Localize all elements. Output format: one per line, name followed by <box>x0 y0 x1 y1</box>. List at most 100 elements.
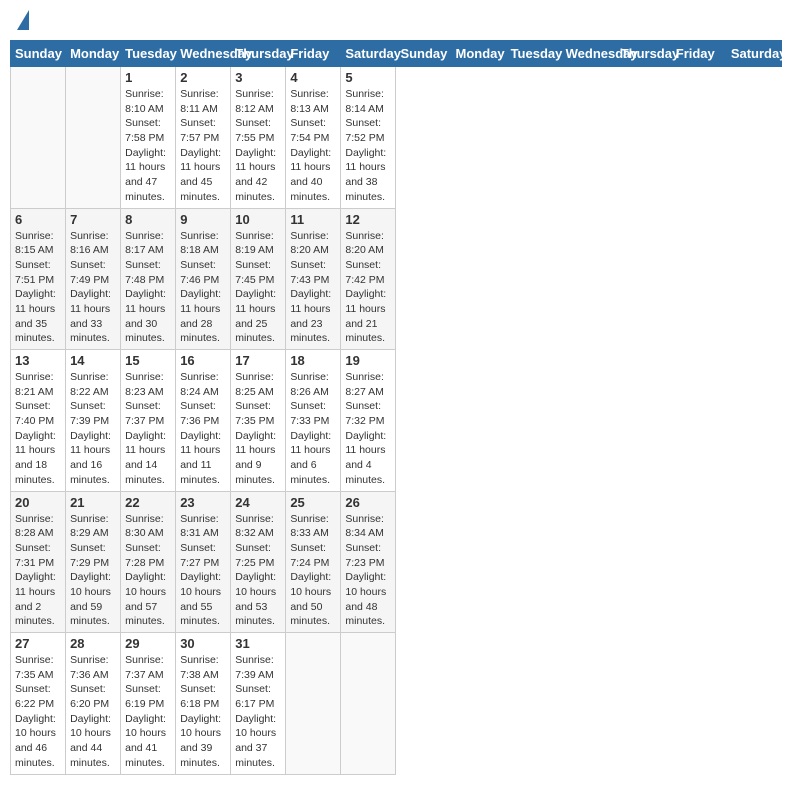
page-header <box>10 10 782 32</box>
day-cell <box>286 633 341 775</box>
day-number: 21 <box>70 495 116 510</box>
day-cell: 5 Sunrise: 8:14 AMSunset: 7:52 PMDaylight… <box>341 67 396 209</box>
day-number: 22 <box>125 495 171 510</box>
day-number: 29 <box>125 636 171 651</box>
day-number: 19 <box>345 353 391 368</box>
day-cell <box>341 633 396 775</box>
logo <box>15 10 29 32</box>
day-cell: 29 Sunrise: 7:37 AMSunset: 6:19 PMDayligh… <box>121 633 176 775</box>
logo-triangle-icon <box>17 10 29 30</box>
day-number: 9 <box>180 212 226 227</box>
day-number: 8 <box>125 212 171 227</box>
day-cell: 27Sunrise: 7:35 AMSunset: 6:22 PMDayligh… <box>11 633 66 775</box>
day-number: 25 <box>290 495 336 510</box>
day-number: 26 <box>345 495 391 510</box>
day-info: Sunrise: 8:20 AMSunset: 7:42 PMDaylight:… <box>345 229 391 347</box>
day-info: Sunrise: 8:28 AMSunset: 7:31 PMDaylight:… <box>15 512 61 630</box>
day-info: Sunrise: 7:37 AMSunset: 6:19 PMDaylight:… <box>125 653 171 771</box>
day-number: 7 <box>70 212 116 227</box>
day-number: 1 <box>125 70 171 85</box>
header-cell-friday: Friday <box>286 41 341 67</box>
day-info: Sunrise: 8:19 AMSunset: 7:45 PMDaylight:… <box>235 229 281 347</box>
day-number: 31 <box>235 636 281 651</box>
day-info: Sunrise: 8:24 AMSunset: 7:36 PMDaylight:… <box>180 370 226 488</box>
day-info: Sunrise: 7:38 AMSunset: 6:18 PMDaylight:… <box>180 653 226 771</box>
day-info: Sunrise: 8:21 AMSunset: 7:40 PMDaylight:… <box>15 370 61 488</box>
day-info: Sunrise: 8:20 AMSunset: 7:43 PMDaylight:… <box>290 229 336 347</box>
day-info: Sunrise: 7:35 AMSunset: 6:22 PMDaylight:… <box>15 653 61 771</box>
day-number: 20 <box>15 495 61 510</box>
day-info: Sunrise: 8:13 AMSunset: 7:54 PMDaylight:… <box>290 87 336 205</box>
header-cell-wednesday: Wednesday <box>561 41 616 67</box>
day-cell: 31 Sunrise: 7:39 AMSunset: 6:17 PMDayligh… <box>231 633 286 775</box>
day-number: 4 <box>290 70 336 85</box>
day-number: 15 <box>125 353 171 368</box>
day-info: Sunrise: 8:31 AMSunset: 7:27 PMDaylight:… <box>180 512 226 630</box>
day-cell: 13Sunrise: 8:21 AMSunset: 7:40 PMDayligh… <box>11 350 66 492</box>
day-info: Sunrise: 8:11 AMSunset: 7:57 PMDaylight:… <box>180 87 226 205</box>
day-number: 17 <box>235 353 281 368</box>
day-number: 24 <box>235 495 281 510</box>
day-number: 23 <box>180 495 226 510</box>
day-number: 3 <box>235 70 281 85</box>
day-cell: 18Sunrise: 8:26 AMSunset: 7:33 PMDayligh… <box>286 350 341 492</box>
day-cell: 12Sunrise: 8:20 AMSunset: 7:42 PMDayligh… <box>341 208 396 350</box>
day-cell <box>66 67 121 209</box>
header-row: SundayMondayTuesdayWednesdayThursdayFrid… <box>11 41 782 67</box>
day-info: Sunrise: 8:23 AMSunset: 7:37 PMDaylight:… <box>125 370 171 488</box>
day-info: Sunrise: 8:29 AMSunset: 7:29 PMDaylight:… <box>70 512 116 630</box>
header-cell-monday: Monday <box>451 41 506 67</box>
day-cell: 2 Sunrise: 8:11 AMSunset: 7:57 PMDaylight… <box>176 67 231 209</box>
day-number: 6 <box>15 212 61 227</box>
day-info: Sunrise: 8:30 AMSunset: 7:28 PMDaylight:… <box>125 512 171 630</box>
day-cell: 26Sunrise: 8:34 AMSunset: 7:23 PMDayligh… <box>341 491 396 633</box>
day-info: Sunrise: 8:27 AMSunset: 7:32 PMDaylight:… <box>345 370 391 488</box>
header-cell-tuesday: Tuesday <box>121 41 176 67</box>
header-cell-saturday: Saturday <box>726 41 781 67</box>
day-cell: 22 Sunrise: 8:30 AMSunset: 7:28 PMDayligh… <box>121 491 176 633</box>
day-cell: 15 Sunrise: 8:23 AMSunset: 7:37 PMDayligh… <box>121 350 176 492</box>
day-cell: 19 Sunrise: 8:27 AMSunset: 7:32 PMDayligh… <box>341 350 396 492</box>
day-cell: 25Sunrise: 8:33 AMSunset: 7:24 PMDayligh… <box>286 491 341 633</box>
header-cell-sunday: Sunday <box>396 41 451 67</box>
day-cell: 30 Sunrise: 7:38 AMSunset: 6:18 PMDayligh… <box>176 633 231 775</box>
day-number: 5 <box>345 70 391 85</box>
day-cell: 16Sunrise: 8:24 AMSunset: 7:36 PMDayligh… <box>176 350 231 492</box>
header-cell-tuesday: Tuesday <box>506 41 561 67</box>
day-cell: 21 Sunrise: 8:29 AMSunset: 7:29 PMDayligh… <box>66 491 121 633</box>
week-row-2: 6Sunrise: 8:15 AMSunset: 7:51 PMDaylight… <box>11 208 782 350</box>
day-cell: 14Sunrise: 8:22 AMSunset: 7:39 PMDayligh… <box>66 350 121 492</box>
header-cell-wednesday: Wednesday <box>176 41 231 67</box>
day-cell: 17 Sunrise: 8:25 AMSunset: 7:35 PMDayligh… <box>231 350 286 492</box>
day-info: Sunrise: 7:36 AMSunset: 6:20 PMDaylight:… <box>70 653 116 771</box>
day-info: Sunrise: 8:12 AMSunset: 7:55 PMDaylight:… <box>235 87 281 205</box>
day-number: 18 <box>290 353 336 368</box>
day-cell: 11Sunrise: 8:20 AMSunset: 7:43 PMDayligh… <box>286 208 341 350</box>
day-info: Sunrise: 8:14 AMSunset: 7:52 PMDaylight:… <box>345 87 391 205</box>
day-cell: 8 Sunrise: 8:17 AMSunset: 7:48 PMDaylight… <box>121 208 176 350</box>
day-cell: 28Sunrise: 7:36 AMSunset: 6:20 PMDayligh… <box>66 633 121 775</box>
day-cell: 24Sunrise: 8:32 AMSunset: 7:25 PMDayligh… <box>231 491 286 633</box>
week-row-3: 13Sunrise: 8:21 AMSunset: 7:40 PMDayligh… <box>11 350 782 492</box>
day-info: Sunrise: 8:17 AMSunset: 7:48 PMDaylight:… <box>125 229 171 347</box>
day-cell: 20 Sunrise: 8:28 AMSunset: 7:31 PMDayligh… <box>11 491 66 633</box>
header-cell-thursday: Thursday <box>616 41 671 67</box>
day-number: 30 <box>180 636 226 651</box>
day-info: Sunrise: 8:18 AMSunset: 7:46 PMDaylight:… <box>180 229 226 347</box>
day-cell <box>11 67 66 209</box>
day-info: Sunrise: 8:22 AMSunset: 7:39 PMDaylight:… <box>70 370 116 488</box>
day-info: Sunrise: 7:39 AMSunset: 6:17 PMDaylight:… <box>235 653 281 771</box>
day-cell: 23 Sunrise: 8:31 AMSunset: 7:27 PMDayligh… <box>176 491 231 633</box>
day-number: 2 <box>180 70 226 85</box>
day-cell: 9 Sunrise: 8:18 AMSunset: 7:46 PMDaylight… <box>176 208 231 350</box>
day-info: Sunrise: 8:16 AMSunset: 7:49 PMDaylight:… <box>70 229 116 347</box>
header-cell-saturday: Saturday <box>341 41 396 67</box>
day-cell: 7 Sunrise: 8:16 AMSunset: 7:49 PMDaylight… <box>66 208 121 350</box>
day-cell: 10Sunrise: 8:19 AMSunset: 7:45 PMDayligh… <box>231 208 286 350</box>
week-row-4: 20 Sunrise: 8:28 AMSunset: 7:31 PMDayligh… <box>11 491 782 633</box>
day-cell: 4 Sunrise: 8:13 AMSunset: 7:54 PMDaylight… <box>286 67 341 209</box>
day-info: Sunrise: 8:25 AMSunset: 7:35 PMDaylight:… <box>235 370 281 488</box>
week-row-5: 27Sunrise: 7:35 AMSunset: 6:22 PMDayligh… <box>11 633 782 775</box>
header-cell-sunday: Sunday <box>11 41 66 67</box>
header-cell-friday: Friday <box>671 41 726 67</box>
